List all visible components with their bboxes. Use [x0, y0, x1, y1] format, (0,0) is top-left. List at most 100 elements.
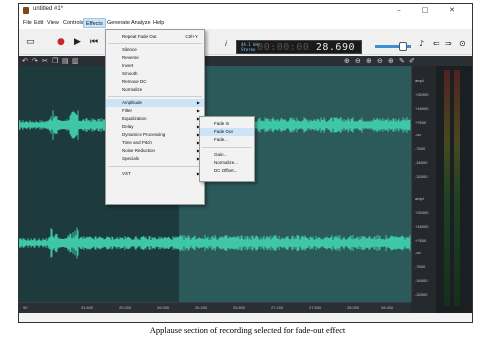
- menu-item-normalize[interactable]: Normalize: [106, 86, 204, 94]
- scale-label: ampl: [415, 196, 424, 201]
- menu-item-delay[interactable]: Delay▶: [106, 123, 204, 131]
- waveform-editor: ↶ ↷ ✂ ❐ ▤ ▥ ⊕ ⊖ ⊕ ⊖ ⊕ ✎ ✐ ampl +32000 +1…: [19, 56, 472, 313]
- menu-item-amplitude[interactable]: Amplitude ▶: [106, 99, 204, 107]
- menu-controls[interactable]: Controls: [61, 18, 85, 28]
- menu-view[interactable]: View: [45, 18, 61, 28]
- undo-icon[interactable]: ↶: [22, 57, 28, 65]
- back-icon[interactable]: ⇐: [433, 39, 440, 49]
- timeline-label: 25.000: [119, 305, 132, 310]
- forward-icon[interactable]: ⇒: [445, 39, 452, 49]
- menu-item-repeat-fade-out[interactable]: Repeat Fade Out Ctrl+Y: [106, 33, 204, 41]
- menu-item-vst[interactable]: VST▶: [106, 170, 204, 178]
- timeline-label: 28.400: [381, 305, 394, 310]
- menu-item-reverse[interactable]: Reverse: [106, 54, 204, 62]
- submenu-item-normalize[interactable]: Normalize...: [200, 159, 254, 167]
- submenu-item-dc-offset[interactable]: DC Offset...: [200, 167, 254, 175]
- zoom-selection-icon[interactable]: ⊕: [366, 57, 372, 65]
- menu-separator: [108, 43, 202, 44]
- menu-effects[interactable]: Effects: [83, 18, 106, 28]
- menu-item-label: Filter: [122, 108, 132, 113]
- level-meter-left: [444, 70, 450, 306]
- editor-toolbar: ↶ ↷ ✂ ❐ ▤ ▥ ⊕ ⊖ ⊕ ⊖ ⊕ ✎ ✐: [19, 56, 472, 66]
- time-readout-value: 28.690: [315, 42, 355, 53]
- menu-item-silence[interactable]: Silence: [106, 46, 204, 54]
- submenu-item-fade-in[interactable]: Fade In: [200, 120, 254, 128]
- menu-item-equalization[interactable]: Equalization▶: [106, 115, 204, 123]
- menu-help[interactable]: Help: [151, 18, 166, 28]
- volume-slider-knob[interactable]: [399, 42, 407, 51]
- menu-item-invert[interactable]: Invert: [106, 62, 204, 70]
- menu-separator: [108, 96, 202, 97]
- menu-item-dynamics-processing[interactable]: Dynamics Processing▶: [106, 131, 204, 139]
- level-meter-right: [454, 70, 460, 306]
- record-icon[interactable]: ●: [57, 37, 65, 47]
- maximize-button[interactable]: □: [414, 4, 436, 17]
- skip-icon[interactable]: ⏮: [90, 37, 98, 47]
- zoom-fit-icon[interactable]: ⊕: [388, 57, 394, 65]
- volume-slider[interactable]: [375, 42, 411, 51]
- info-icon[interactable]: i: [225, 39, 227, 49]
- menu-item-filter[interactable]: Filter ▶: [106, 107, 204, 115]
- menu-generate[interactable]: Generate: [105, 18, 132, 28]
- level-meters: [436, 66, 472, 313]
- scale-label: -16000: [415, 160, 428, 165]
- menu-item-noise-reduction[interactable]: Noise Reduction▶: [106, 147, 204, 155]
- time-readout: 00:00:00 28.690: [257, 42, 355, 54]
- zoom-all-icon[interactable]: ⊖: [377, 57, 383, 65]
- speaker-icon[interactable]: ♪: [419, 39, 424, 49]
- scale-label: -7600: [415, 264, 426, 269]
- menu-item-specials[interactable]: Specials▶: [106, 155, 204, 163]
- scale-label: +32000: [415, 210, 429, 215]
- app-icon: [23, 7, 29, 14]
- delete-icon[interactable]: ▥: [72, 57, 79, 65]
- submenu-arrow-icon: ▶: [196, 100, 200, 105]
- tool-icon[interactable]: ✐: [409, 57, 415, 65]
- timeline-label: 24.600: [81, 305, 94, 310]
- cut-icon[interactable]: ✂: [42, 57, 48, 65]
- menu-analyze[interactable]: Analyze: [129, 18, 153, 28]
- menu-separator: [108, 166, 202, 167]
- scale-label: +7600: [415, 120, 427, 125]
- scale-label: ampl: [415, 78, 424, 83]
- submenu-item-fade[interactable]: Fade...: [200, 136, 254, 144]
- timeline-label: 27.200: [271, 305, 284, 310]
- menu-bar: File Edit View Controls Effects Generate…: [19, 17, 472, 29]
- minimize-button[interactable]: –: [388, 4, 410, 17]
- menu-item-shortcut: Ctrl+Y: [185, 34, 198, 39]
- time-display: 44.1 kHz Stereo 00:00:00 28.690: [236, 40, 362, 54]
- waveform-area[interactable]: [19, 66, 411, 302]
- menu-item-label: Repeat Fade Out: [122, 34, 157, 39]
- scale-label: -oo: [415, 132, 421, 137]
- app-window: untitled #1* – □ ✕ File Edit View Contro…: [18, 3, 473, 323]
- paste-icon[interactable]: ▤: [62, 57, 69, 65]
- timeline-label: 90: [23, 305, 28, 310]
- submenu-item-gain[interactable]: Gain...: [200, 151, 254, 159]
- scale-label: +16000: [415, 106, 429, 111]
- scale-label: -oo: [415, 250, 421, 255]
- pencil-icon[interactable]: ✎: [399, 57, 405, 65]
- redo-icon[interactable]: ↷: [32, 57, 38, 65]
- window-icon[interactable]: ▭: [26, 37, 35, 47]
- menu-item-time-and-pitch[interactable]: Time and Pitch▶: [106, 139, 204, 147]
- copy-icon[interactable]: ❐: [52, 57, 58, 65]
- scale-label: -32000: [415, 174, 428, 179]
- menu-item-label: Specials: [122, 156, 140, 161]
- menu-item-smooth[interactable]: Smooth: [106, 70, 204, 78]
- timeline-label: 26.800: [233, 305, 246, 310]
- window-title: untitled #1*: [33, 6, 64, 12]
- toolbar: ▭ ● ▶ ⏮ i 44.1 kHz Stereo 00:00:00 28.69…: [19, 29, 472, 55]
- play-icon[interactable]: ▶: [74, 37, 81, 47]
- amplitude-submenu: Fade In Fade Out Fade... Gain... Normali…: [199, 116, 255, 182]
- figure-caption: Applause section of recording selected f…: [149, 325, 346, 335]
- zoom-out-icon[interactable]: ⊖: [355, 57, 361, 65]
- menu-separator: [202, 147, 252, 148]
- help-icon[interactable]: ⊙: [459, 39, 466, 49]
- menu-item-remove-dc[interactable]: Remove DC: [106, 78, 204, 86]
- menu-edit[interactable]: Edit: [32, 18, 45, 28]
- submenu-item-fade-out[interactable]: Fade Out: [200, 128, 254, 136]
- menu-item-label: Noise Reduction: [122, 148, 156, 153]
- close-button[interactable]: ✕: [441, 4, 463, 17]
- zoom-in-icon[interactable]: ⊕: [344, 57, 350, 65]
- submenu-arrow-icon: ▶: [196, 108, 200, 113]
- timeline-ruler[interactable]: 90 24.600 25.000 26.000 26.400 26.800 27…: [19, 302, 411, 313]
